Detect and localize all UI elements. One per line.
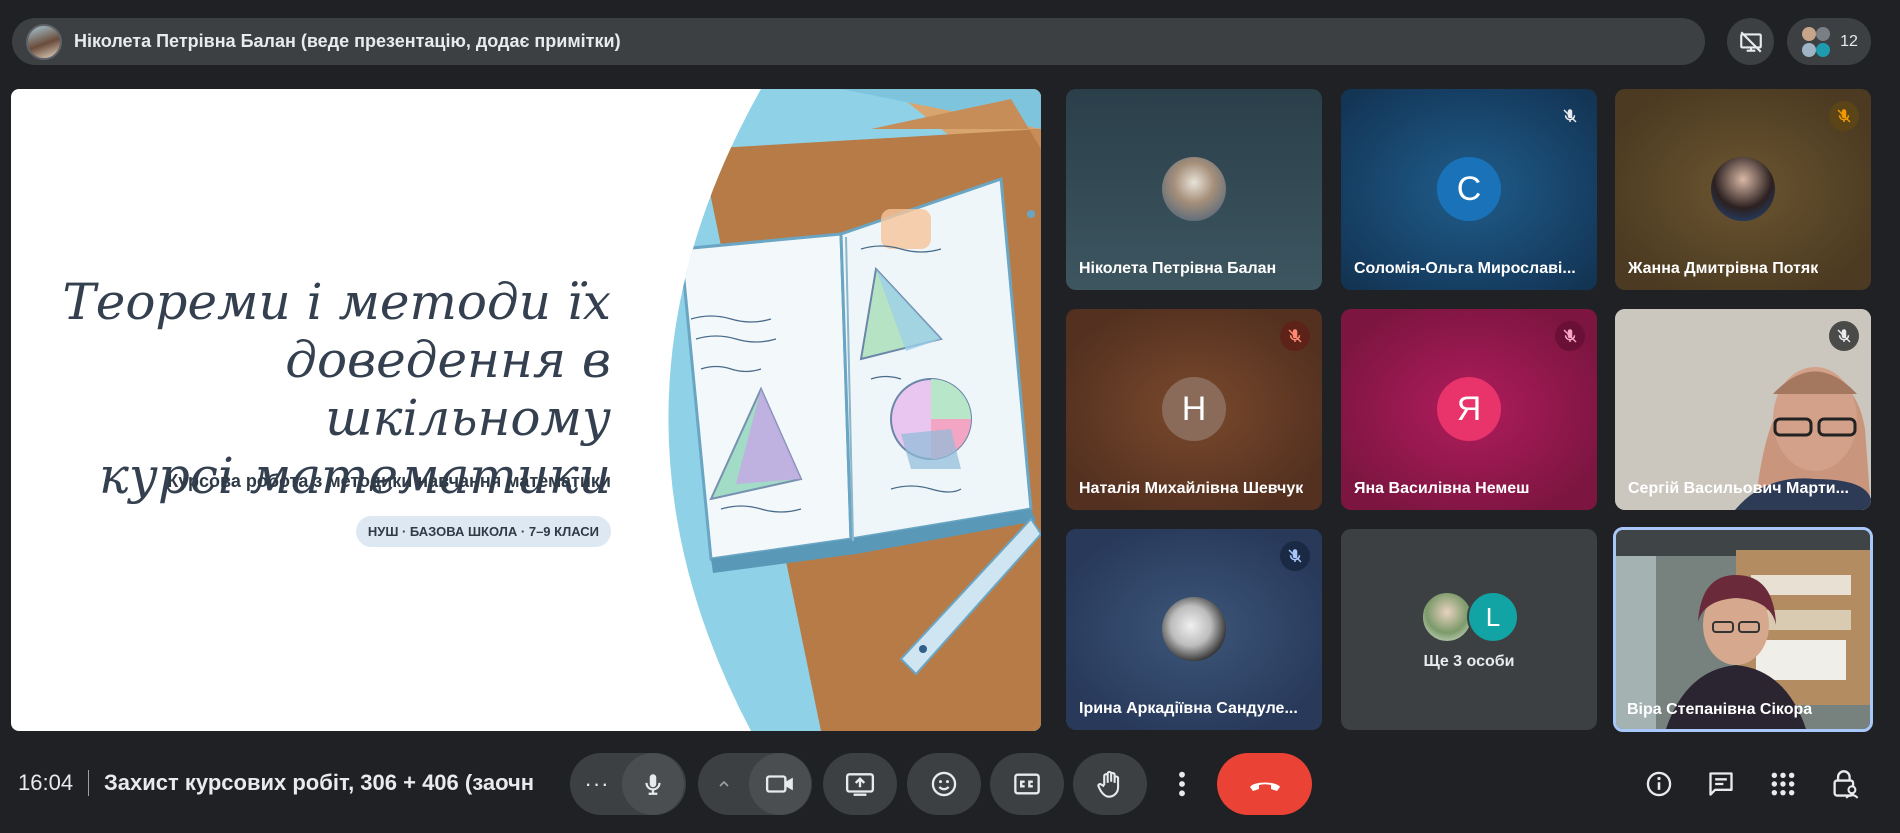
emoji-icon <box>931 771 957 797</box>
chevron-up-icon <box>719 780 729 787</box>
call-end-icon <box>1249 782 1280 791</box>
reactions-button[interactable] <box>907 753 981 815</box>
presentation-off-icon <box>1739 30 1762 53</box>
participant-tile[interactable]: Я Яна Василівна Немеш <box>1341 309 1597 510</box>
present-screen-button[interactable] <box>823 753 897 815</box>
camera-button[interactable] <box>749 753 811 815</box>
audio-settings-icon[interactable]: ··· <box>572 771 622 797</box>
slide-tag: НУШ · БАЗОВА ШКОЛА · 7–9 КЛАСИ <box>355 516 611 547</box>
avatar: L <box>1467 591 1519 643</box>
mic-off-icon <box>1280 321 1310 351</box>
presenter-label: Ніколета Петрівна Балан (веде презентаці… <box>74 31 621 51</box>
more-participants-tile[interactable]: L Ще 3 особи <box>1341 529 1597 730</box>
presenter-avatar <box>26 23 62 60</box>
apps-grid-icon <box>1771 772 1795 796</box>
hide-presentation-button[interactable] <box>1727 18 1774 65</box>
participant-name: Ніколета Петрівна Балан <box>1079 260 1277 277</box>
slide-subtitle: Курсова робота з методики навчання матем… <box>167 471 611 491</box>
people-button[interactable]: 12 <box>1787 18 1871 65</box>
captions-button[interactable] <box>990 753 1064 815</box>
slide-title-line: Теореми і методи їх <box>62 273 611 331</box>
activities-button[interactable] <box>1764 765 1802 803</box>
participant-tile[interactable]: Ірина Аркадіївна Сандуле... <box>1066 529 1322 730</box>
divider <box>88 770 89 796</box>
slide-illustration <box>668 89 1041 731</box>
participant-tile[interactable]: Жанна Дмитрівна Потяк <box>1615 89 1871 290</box>
participant-name: Віра Степанівна Сікора <box>1627 701 1813 718</box>
avatar <box>1421 591 1473 643</box>
chat-icon <box>1709 772 1733 796</box>
lock-person-icon <box>1833 770 1859 799</box>
participant-tile[interactable]: С Соломія-Ольга Мирославі... <box>1341 89 1597 290</box>
participant-video <box>1616 530 1870 729</box>
more-participants-label: Ще 3 особи <box>1423 653 1515 670</box>
people-avatars <box>1800 26 1832 57</box>
participant-tile[interactable]: Н Наталія Михайлівна Шевчук <box>1066 309 1322 510</box>
present-to-all-icon <box>845 773 875 796</box>
more-options-button[interactable] <box>1162 753 1202 815</box>
avatar <box>1711 157 1775 221</box>
chat-button[interactable] <box>1702 765 1740 803</box>
avatar: Н <box>1162 377 1226 441</box>
participant-name: Яна Василівна Немеш <box>1354 480 1530 497</box>
mic-off-icon <box>1555 101 1585 131</box>
microphone-button[interactable] <box>622 753 684 815</box>
meeting-title: Захист курсових робіт, 306 + 406 (заочн.… <box>104 770 534 795</box>
participant-name: Сергій Васильович Марти... <box>1628 480 1849 497</box>
meeting-details-button[interactable] <box>1640 765 1678 803</box>
meeting-clock: 16:04 <box>18 770 74 795</box>
raise-hand-button[interactable] <box>1073 753 1147 815</box>
videocam-icon <box>765 775 793 793</box>
avatar <box>1162 597 1226 661</box>
camera-options-button[interactable] <box>699 776 749 792</box>
info-icon <box>1646 771 1672 797</box>
avatar: Я <box>1437 377 1501 441</box>
people-count: 12 <box>1840 32 1858 50</box>
mic-off-icon <box>1280 541 1310 571</box>
participant-tile[interactable]: Сергій Васильович Марти... <box>1615 309 1871 510</box>
mic-control[interactable]: ··· <box>570 753 686 815</box>
leave-call-button[interactable] <box>1217 753 1312 815</box>
microphone-icon <box>645 774 661 795</box>
participant-tile[interactable]: Ніколета Петрівна Балан <box>1066 89 1322 290</box>
camera-control[interactable] <box>698 753 812 815</box>
closed-caption-icon <box>1014 773 1040 795</box>
avatar <box>1162 157 1226 221</box>
participant-name: Ірина Аркадіївна Сандуле... <box>1079 700 1298 717</box>
mic-off-icon <box>1829 101 1859 131</box>
presenter-bar[interactable]: Ніколета Петрівна Балан (веде презентаці… <box>12 18 1705 65</box>
presentation-slide: Теореми і методи їх доведення в шкільном… <box>11 89 1041 731</box>
host-controls-button[interactable] <box>1826 765 1864 803</box>
participant-name: Наталія Михайлівна Шевчук <box>1079 480 1304 497</box>
slide-title-line: доведення в шкільному <box>285 331 611 447</box>
more-participants-avatars: L <box>1421 591 1521 643</box>
hand-icon <box>1097 770 1120 798</box>
participant-name: Жанна Дмитрівна Потяк <box>1628 260 1819 277</box>
participant-name: Соломія-Ольга Мирославі... <box>1354 260 1576 277</box>
more-vert-icon <box>1179 771 1185 797</box>
avatar: С <box>1437 157 1501 221</box>
mic-off-icon <box>1555 321 1585 351</box>
participant-tile-self[interactable]: Віра Степанівна Сікора <box>1613 527 1873 732</box>
mic-off-icon <box>1829 321 1859 351</box>
